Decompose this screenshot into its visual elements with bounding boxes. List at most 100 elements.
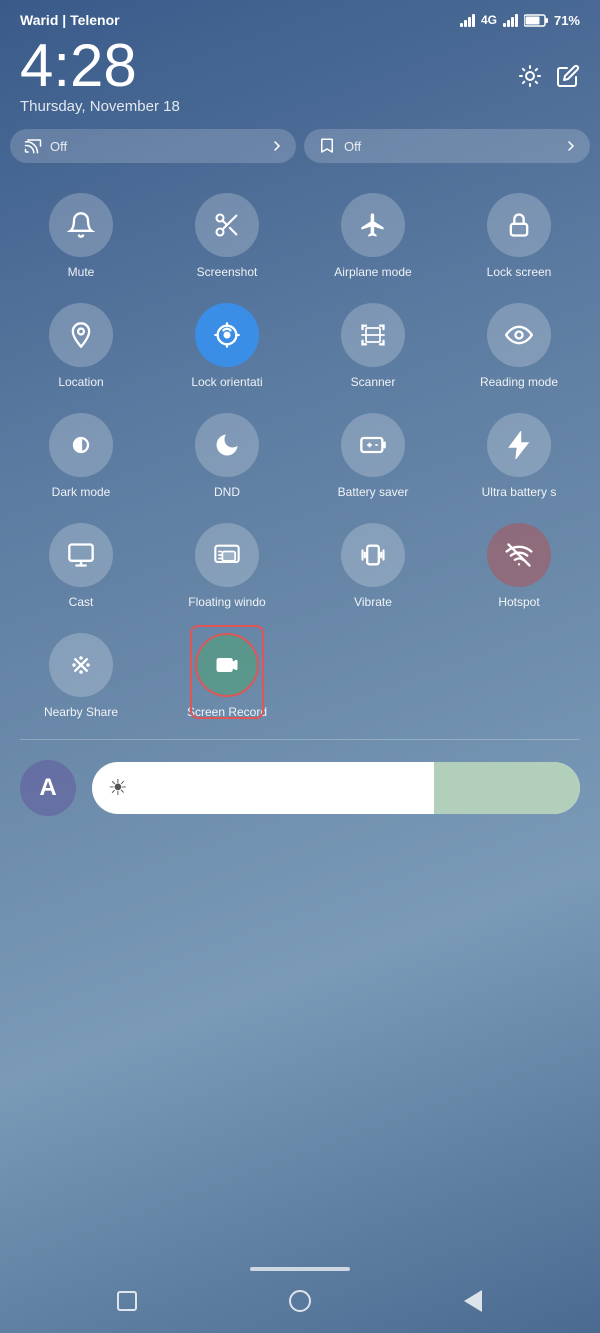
floatingwindow-circle	[195, 523, 259, 587]
mute-label: Mute	[12, 265, 150, 279]
status-right: 4G 71%	[460, 13, 580, 28]
eye-icon	[505, 321, 533, 349]
network-type: 4G	[481, 13, 497, 27]
carrier-label: Warid | Telenor	[20, 12, 120, 28]
dnd-label: DND	[158, 485, 296, 499]
monitor-icon	[67, 541, 95, 569]
mute-circle	[49, 193, 113, 257]
location-icon	[67, 321, 95, 349]
nav-triangle-icon	[464, 1290, 482, 1312]
quick-item-screenshot[interactable]: Screenshot	[154, 179, 300, 289]
arrow-icon	[272, 141, 282, 151]
moon-icon	[213, 431, 241, 459]
clock-icons	[518, 64, 580, 88]
brightness-icon: ☀	[108, 775, 128, 801]
lockorientation-label: Lock orientati	[158, 375, 296, 389]
quick-item-location[interactable]: Location	[8, 289, 154, 399]
vibrate-circle	[341, 523, 405, 587]
scanner-icon	[359, 321, 387, 349]
quick-item-darkmode[interactable]: Dark mode	[8, 399, 154, 509]
darkmode-icon	[67, 431, 95, 459]
signal2-icon	[503, 14, 518, 27]
arrow2-icon	[566, 141, 576, 151]
cast-label: Cast	[12, 595, 150, 609]
clock-date: Thursday, November 18	[20, 98, 180, 115]
screenshot-label: Screenshot	[158, 265, 296, 279]
lockscreen-circle	[487, 193, 551, 257]
quick-item-readingmode[interactable]: Reading mode	[446, 289, 592, 399]
location-label: Location	[12, 375, 150, 389]
nav-bar	[0, 1257, 600, 1333]
quick-item-batterysaver[interactable]: Battery saver	[300, 399, 446, 509]
quick-item-dnd[interactable]: DND	[154, 399, 300, 509]
bell-icon	[67, 211, 95, 239]
bookmark-icon	[318, 137, 336, 155]
screenrecord-circle	[195, 633, 259, 697]
lock-icon	[505, 211, 533, 239]
airplane-label: Airplane mode	[304, 265, 442, 279]
cast-small-icon	[24, 137, 42, 155]
nav-back-button[interactable]	[457, 1285, 489, 1317]
brightness-slider[interactable]: ☀	[92, 762, 580, 814]
battery-saver-icon	[359, 431, 387, 459]
lockorientation-circle	[195, 303, 259, 367]
nearbyshare-icon	[67, 651, 95, 679]
quick-item-mute[interactable]: Mute	[8, 179, 154, 289]
quick-item-cast[interactable]: Cast	[8, 509, 154, 619]
nav-circle-icon	[289, 1290, 311, 1312]
screenshot-circle	[195, 193, 259, 257]
nearbyshare-label: Nearby Share	[12, 705, 150, 719]
plane-icon	[359, 211, 387, 239]
ultrabattery-label: Ultra battery s	[450, 485, 588, 499]
home-indicator[interactable]	[250, 1267, 350, 1271]
nav-recents-button[interactable]	[111, 1285, 143, 1317]
quick-item-vibrate[interactable]: Vibrate	[300, 509, 446, 619]
quick-settings-grid: Mute Screenshot Airplane mode Lo	[0, 173, 600, 735]
readingmode-circle	[487, 303, 551, 367]
quick-item-hotspot[interactable]: Hotspot	[446, 509, 592, 619]
quick-item-screenrecord[interactable]: Screen Record	[154, 619, 300, 729]
clock-area: 4:28 Thursday, November 18	[0, 36, 600, 125]
battery-icon	[524, 14, 548, 27]
avatar[interactable]: A	[20, 760, 76, 816]
quick-item-lockscreen[interactable]: Lock screen	[446, 179, 592, 289]
floatingwindow-label: Floating windo	[158, 595, 296, 609]
avatar-label: A	[39, 774, 56, 802]
quick-item-lockorientation[interactable]: Lock orientati	[154, 289, 300, 399]
hotspot-circle	[487, 523, 551, 587]
scanner-circle	[341, 303, 405, 367]
ultrabattery-circle	[487, 413, 551, 477]
floating-icon	[213, 541, 241, 569]
quick-item-floatingwindow[interactable]: Floating windo	[154, 509, 300, 619]
dnd-circle	[195, 413, 259, 477]
cast-circle	[49, 523, 113, 587]
rotate-icon	[213, 321, 241, 349]
bookmark-toggle-label: Off	[344, 139, 361, 154]
settings-icon[interactable]	[518, 64, 542, 88]
edit-icon[interactable]	[556, 64, 580, 88]
airplane-circle	[341, 193, 405, 257]
darkmode-circle	[49, 413, 113, 477]
nav-home-button[interactable]	[284, 1285, 316, 1317]
hotspot-label: Hotspot	[450, 595, 588, 609]
cast-toggle[interactable]: Off	[10, 129, 296, 163]
brightness-fill	[434, 762, 580, 814]
status-bar: Warid | Telenor 4G 71%	[0, 0, 600, 36]
bookmark-toggle[interactable]: Off	[304, 129, 590, 163]
battery-percent: 71%	[554, 13, 580, 28]
cast-toggle-label: Off	[50, 139, 67, 154]
quick-item-scanner[interactable]: Scanner	[300, 289, 446, 399]
lockscreen-label: Lock screen	[450, 265, 588, 279]
bottom-controls: A ☀	[0, 744, 600, 832]
nav-buttons	[0, 1285, 600, 1317]
quick-item-nearbyshare[interactable]: Nearby Share	[8, 619, 154, 729]
scanner-label: Scanner	[304, 375, 442, 389]
readingmode-label: Reading mode	[450, 375, 588, 389]
quick-toggle-row: Off Off	[10, 129, 590, 163]
location-circle	[49, 303, 113, 367]
signal-icon	[460, 14, 475, 27]
quick-item-ultrabattery[interactable]: Ultra battery s	[446, 399, 592, 509]
divider	[20, 739, 580, 740]
darkmode-label: Dark mode	[12, 485, 150, 499]
quick-item-airplane[interactable]: Airplane mode	[300, 179, 446, 289]
